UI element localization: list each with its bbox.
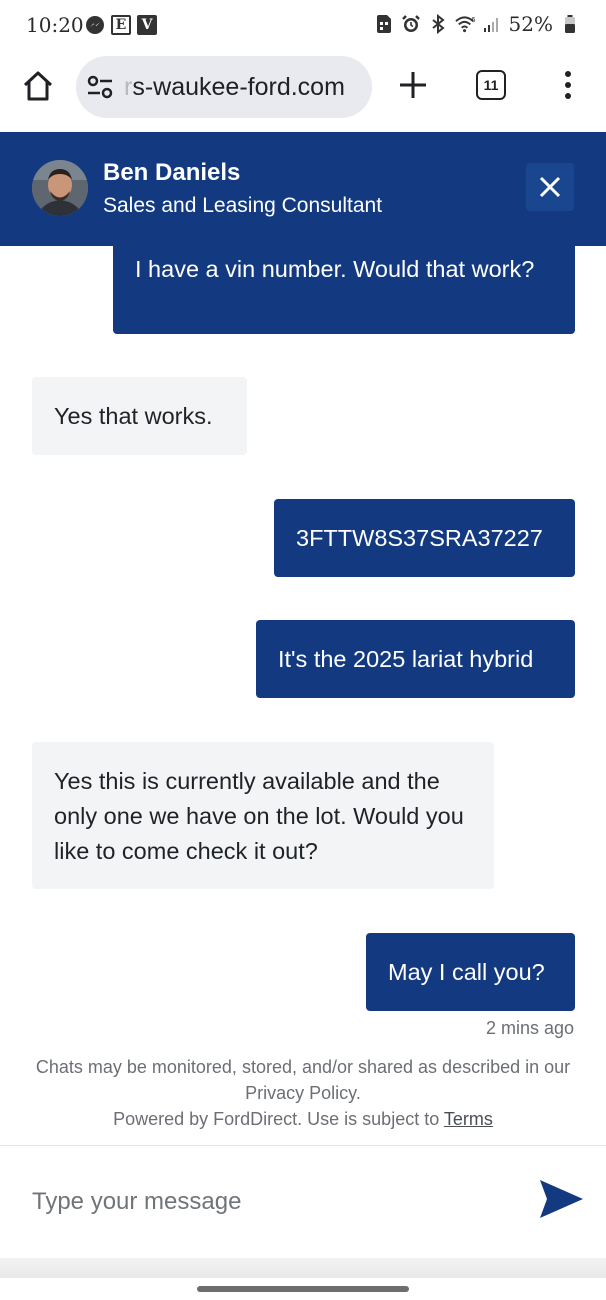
message-bubble-user: It's the 2025 lariat hybrid [256,620,575,698]
terms-link[interactable]: Terms [444,1109,493,1129]
privacy-notice: Chats may be monitored, stored, and/or s… [35,1057,571,1103]
status-bar: 10:20 E V 6 52% [0,0,606,50]
bluetooth-icon [428,14,449,35]
message-bubble-user: May I call you? [366,933,575,1011]
alarm-icon [401,14,422,35]
url-domain: s-waukee-ford.com [132,73,345,101]
status-left-icons: E V [84,14,157,35]
agent-avatar [32,160,88,216]
message-composer [0,1146,606,1258]
chat-disclaimer: Chats may be monitored, stored, and/or s… [20,1054,586,1132]
message-bubble-agent: Yes this is currently available and the … [32,742,494,889]
message-bubble-user: I have a vin number. Would that work? [113,246,575,334]
site-settings-icon[interactable] [86,74,114,100]
browser-toolbar: rs-waukee-ford.com 11 [0,50,606,132]
home-icon [23,71,53,101]
e-icon: E [111,14,131,35]
message-text: Yes this is currently available and the … [54,768,464,864]
tab-switcher-button[interactable]: 11 [476,70,506,100]
url-text[interactable]: rs-waukee-ford.com [124,73,364,102]
battery-icon [559,14,580,35]
message-bubble-user: 3FTTW8S37SRA37227 [274,499,575,577]
agent-title: Sales and Leasing Consultant [103,194,383,217]
message-list[interactable]: I have a vin number. Would that work? Ye… [0,246,606,1046]
plus-icon [400,72,426,98]
new-tab-button[interactable] [396,68,430,102]
message-bubble-agent: Yes that works. [32,377,247,455]
message-text: It's the 2025 lariat hybrid [278,646,534,672]
chat-header: Ben Daniels Sales and Leasing Consultant [0,132,606,246]
system-nav-bar [0,1278,606,1300]
send-button[interactable] [536,1176,586,1222]
powered-by-line: Powered by FordDirect. Use is subject to… [20,1106,586,1132]
message-text: I have a vin number. Would that work? [135,256,535,282]
message-timestamp: 2 mins ago [485,1018,574,1038]
send-icon [540,1180,583,1218]
status-right-icons: 6 52% [374,12,580,36]
status-time: 10:20 [26,13,84,37]
sim-icon [374,14,395,35]
home-button[interactable] [20,68,56,104]
message-text: May I call you? [388,959,545,985]
bottom-strip [0,1258,606,1278]
messenger-icon [84,14,105,35]
wifi-icon: 6 [454,14,476,35]
svg-text:6: 6 [471,16,475,24]
address-bar[interactable]: rs-waukee-ford.com [76,56,372,118]
signal-icon [482,14,503,35]
message-text: 3FTTW8S37SRA37227 [296,525,543,551]
powered-by-text: Powered by FordDirect. Use is subject to [113,1109,444,1129]
close-chat-button[interactable] [526,163,574,211]
battery-percent: 52% [508,12,553,36]
v-icon: V [137,14,157,35]
gesture-handle[interactable] [197,1286,409,1292]
kebab-menu-icon [565,71,571,99]
agent-name: Ben Daniels [103,159,241,186]
browser-menu-button[interactable] [558,68,578,102]
message-input[interactable] [32,1182,502,1222]
close-icon [539,176,561,198]
message-text: Yes that works. [54,403,213,429]
